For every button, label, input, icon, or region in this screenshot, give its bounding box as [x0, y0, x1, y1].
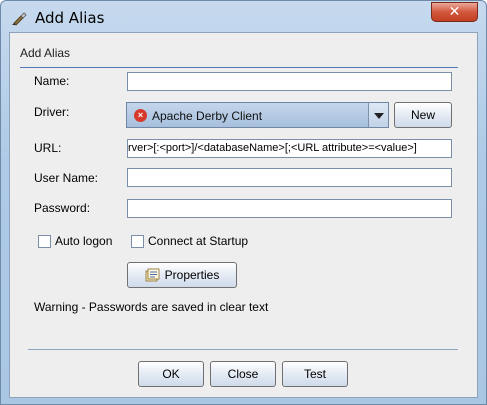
url-label: URL: — [34, 141, 62, 155]
password-input[interactable] — [127, 199, 452, 218]
auto-logon-checkbox[interactable] — [38, 235, 51, 248]
driver-combobox[interactable]: × Apache Derby Client — [126, 102, 389, 128]
group-divider — [20, 67, 458, 68]
password-label: Password: — [34, 201, 91, 215]
username-input[interactable] — [127, 168, 452, 187]
url-input[interactable]: rver>[:<port>]/<databaseName>[;<URL attr… — [127, 139, 452, 158]
name-label: Name: — [34, 74, 70, 88]
properties-button-label: Properties — [164, 268, 220, 282]
password-warning: Warning - Passwords are saved in clear t… — [34, 300, 269, 314]
driver-selected-value: Apache Derby Client — [152, 109, 263, 123]
connect-at-startup-label: Connect at Startup — [148, 234, 249, 248]
username-label: User Name: — [34, 171, 99, 185]
auto-logon-label: Auto logon — [55, 234, 113, 248]
new-driver-button[interactable]: New — [394, 102, 452, 128]
properties-icon — [145, 268, 160, 282]
group-title: Add Alias — [20, 46, 71, 60]
window-close-button[interactable]: ✕ — [431, 2, 478, 22]
ok-button[interactable]: OK — [138, 361, 204, 387]
footer-divider — [28, 349, 458, 350]
error-icon: × — [134, 109, 147, 122]
test-button[interactable]: Test — [282, 361, 348, 387]
connect-at-startup-checkbox[interactable] — [131, 235, 144, 248]
close-button[interactable]: Close — [210, 361, 276, 387]
plug-icon — [12, 12, 27, 26]
window-title: Add Alias — [35, 9, 105, 27]
name-input[interactable] — [127, 72, 452, 91]
properties-button[interactable]: Properties — [127, 262, 237, 288]
chevron-down-icon[interactable] — [368, 103, 388, 127]
driver-label: Driver: — [34, 105, 70, 119]
title-bar[interactable]: Add Alias ✕ — [1, 1, 486, 33]
